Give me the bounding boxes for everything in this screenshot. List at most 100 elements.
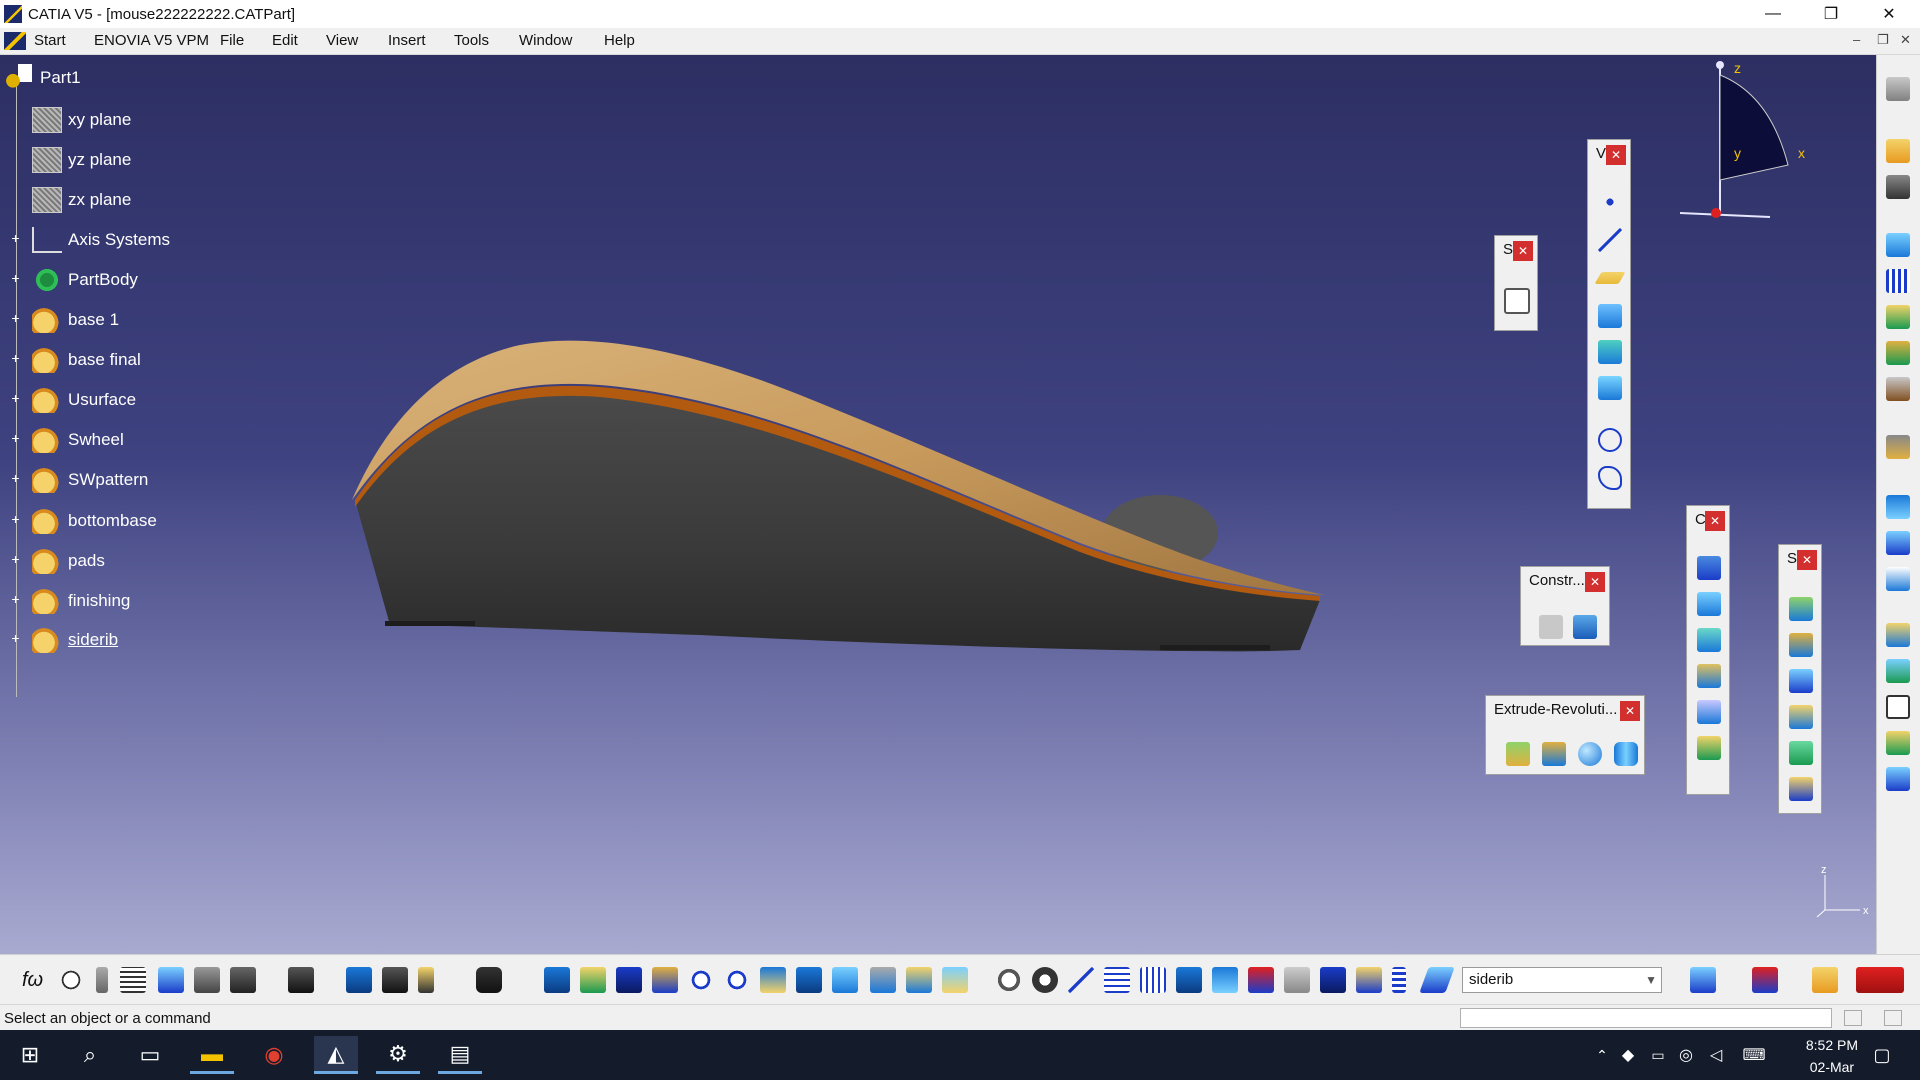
panel-surfaces[interactable]: S ✕ <box>1778 544 1822 814</box>
tree-item-bottombase[interactable]: bottombase <box>32 507 157 535</box>
iso-view-icon[interactable] <box>832 967 858 993</box>
mass-icon[interactable] <box>418 967 434 993</box>
expand-icon[interactable]: + <box>10 351 21 365</box>
thickness-icon[interactable] <box>1789 777 1813 801</box>
constraint-defined-icon[interactable] <box>1573 615 1597 639</box>
curvature-icon[interactable] <box>1886 567 1910 591</box>
revolve-icon[interactable] <box>1542 742 1566 766</box>
expand-icon[interactable]: + <box>10 231 21 245</box>
menu-help[interactable]: Help <box>604 32 635 49</box>
app-window-icon[interactable]: ▤ <box>438 1036 482 1074</box>
extrude-icon[interactable] <box>1506 742 1530 766</box>
tree-item-base-1[interactable]: base 1 <box>32 306 119 334</box>
panel-extrude-revolution[interactable]: Extrude-Revoluti... ✕ <box>1485 695 1645 775</box>
fit-all-icon[interactable] <box>580 967 606 993</box>
status-button-icon[interactable] <box>1844 1010 1862 1026</box>
table-icon[interactable] <box>120 967 146 993</box>
close-button[interactable]: ✕ <box>1860 0 1918 28</box>
fill-icon[interactable] <box>1789 633 1813 657</box>
power-input-field[interactable] <box>1460 1008 1832 1028</box>
tree-item-finishing[interactable]: finishing <box>32 587 130 615</box>
intersection-icon[interactable] <box>1598 340 1622 364</box>
fly-mode-icon[interactable] <box>544 967 570 993</box>
menu-view[interactable]: View <box>326 32 358 49</box>
3d-support-icon[interactable] <box>1212 967 1238 993</box>
notifications-icon[interactable]: ▢ <box>1860 1036 1904 1074</box>
chrome-icon[interactable]: ◉ <box>252 1036 296 1074</box>
normal-view-icon[interactable] <box>760 967 786 993</box>
file-explorer-icon[interactable]: ▬ <box>190 1036 234 1074</box>
tree-item-pads[interactable]: pads <box>32 547 105 575</box>
menu-enovia[interactable]: ENOVIA V5 VPM <box>94 32 209 49</box>
capture-icon[interactable] <box>476 967 502 993</box>
comment-icon[interactable] <box>58 967 84 993</box>
zoom-out-icon[interactable] <box>724 967 750 993</box>
windows-start-icon[interactable]: ⊞ <box>8 1036 52 1074</box>
workbench-icon[interactable] <box>1886 77 1910 101</box>
document-close-button[interactable]: ✕ <box>1900 32 1911 48</box>
global-update-icon[interactable] <box>1032 967 1058 993</box>
multi-view-icon[interactable] <box>796 967 822 993</box>
shading-icon[interactable] <box>870 967 896 993</box>
measure-item-icon[interactable] <box>382 967 408 993</box>
hand-icon[interactable] <box>1812 967 1838 993</box>
pan-icon[interactable] <box>616 967 642 993</box>
task-view-icon[interactable]: ▭ <box>128 1036 172 1074</box>
plane-tool-icon[interactable] <box>1594 272 1626 284</box>
tree-item-zx-plane[interactable]: zx plane <box>32 186 131 214</box>
point-icon[interactable] <box>1598 190 1622 214</box>
line-icon[interactable] <box>1598 228 1622 252</box>
product-knowledge-icon[interactable] <box>1752 967 1778 993</box>
translate-icon[interactable] <box>1697 700 1721 724</box>
keyboard-icon[interactable]: ⌨ <box>1732 1036 1776 1074</box>
reorder-icon[interactable] <box>1248 967 1274 993</box>
constraint-icon[interactable] <box>1539 615 1563 639</box>
close-icon[interactable]: ✕ <box>1606 145 1626 165</box>
catalog-icon[interactable] <box>1690 967 1716 993</box>
hide-components-icon[interactable] <box>1284 967 1310 993</box>
measure-between-icon[interactable] <box>346 967 372 993</box>
close-icon[interactable]: ✕ <box>1585 572 1605 592</box>
extrapolate-icon[interactable] <box>1697 736 1721 760</box>
snap-icon[interactable] <box>1886 175 1910 199</box>
extract-icon[interactable] <box>1697 664 1721 688</box>
tools-icon[interactable] <box>1886 767 1910 791</box>
join-icon[interactable] <box>1697 556 1721 580</box>
expand-icon[interactable]: + <box>10 512 21 526</box>
replication-icon[interactable] <box>1886 659 1910 683</box>
rotate-icon[interactable] <box>652 967 678 993</box>
axis-system-icon[interactable] <box>1068 967 1094 993</box>
circle-icon[interactable] <box>1598 428 1622 452</box>
projection-icon[interactable] <box>1598 304 1622 328</box>
minimize-button[interactable]: — <box>1744 0 1802 28</box>
panel-constraints[interactable]: Constr... ✕ <box>1520 566 1610 646</box>
document-restore-button[interactable]: ❐ <box>1877 32 1889 48</box>
expand-icon[interactable]: + <box>10 431 21 445</box>
tree-item-swpattern[interactable]: SWpattern <box>32 466 148 494</box>
compass[interactable]: z x y <box>1670 55 1820 235</box>
offset-icon[interactable] <box>1598 376 1622 400</box>
formula-icon[interactable]: fω <box>22 969 43 992</box>
draft-analysis-icon[interactable] <box>1886 531 1910 555</box>
catia-logo-icon[interactable] <box>4 32 26 50</box>
knowledge-icon[interactable] <box>1886 731 1910 755</box>
close-icon[interactable]: ✕ <box>1705 511 1725 531</box>
panel-sketcher[interactable]: S ✕ <box>1494 235 1538 331</box>
macro-icon[interactable] <box>96 967 108 993</box>
sketch-icon[interactable] <box>1504 288 1530 314</box>
analysis-icon[interactable] <box>1886 495 1910 519</box>
grid-icon[interactable] <box>1886 269 1910 293</box>
settings-icon[interactable]: ⚙ <box>376 1036 420 1074</box>
expand-icon[interactable]: + <box>10 552 21 566</box>
scan-icon[interactable] <box>1356 967 1382 993</box>
panel-operations[interactable]: C ✕ <box>1686 505 1730 795</box>
panel-wireframe[interactable]: V ✕ <box>1587 139 1631 509</box>
expand-icon[interactable]: + <box>10 311 21 325</box>
grid-support-icon[interactable] <box>1140 967 1166 993</box>
tree-item-base-final[interactable]: base final <box>32 346 141 374</box>
document-minimize-button[interactable]: – <box>1853 32 1860 47</box>
close-icon[interactable]: ✕ <box>1797 550 1817 570</box>
sweep-icon[interactable] <box>1789 597 1813 621</box>
tree-item-axis-systems[interactable]: Axis Systems <box>32 226 170 254</box>
frame-icon[interactable] <box>1886 695 1910 719</box>
